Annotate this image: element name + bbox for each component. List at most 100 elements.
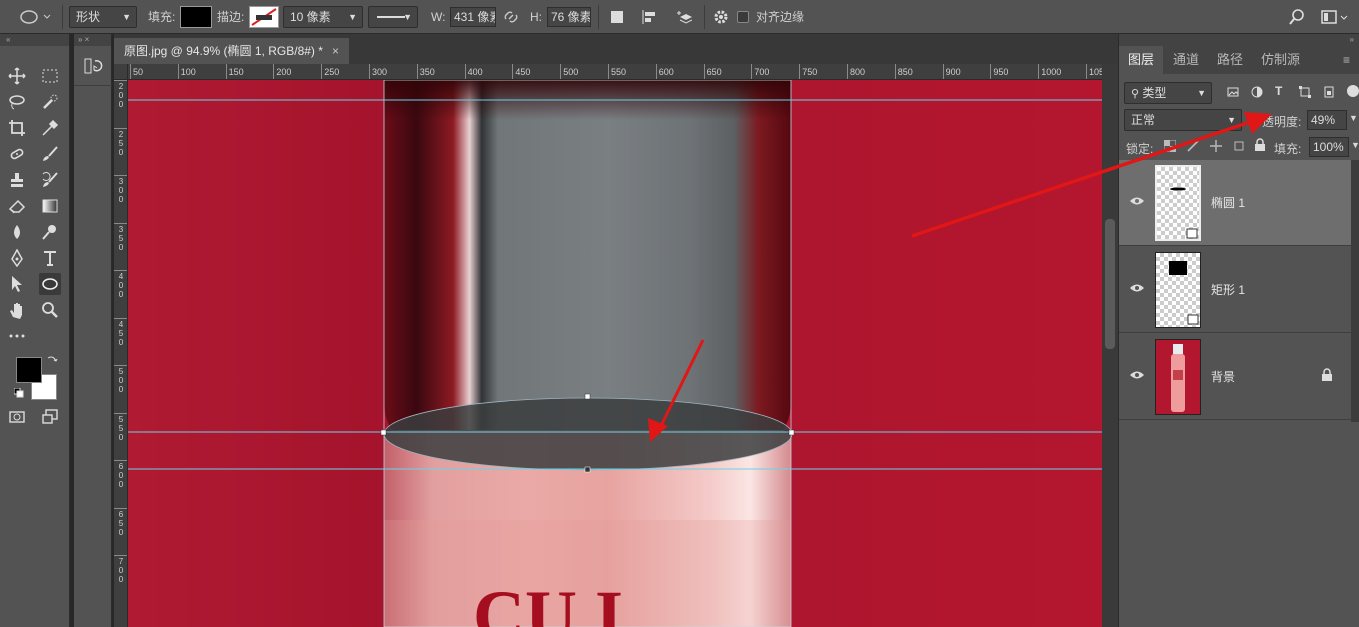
stroke-swatch[interactable] (249, 6, 279, 28)
layer-row-ellipse[interactable]: 椭圆 1 (1119, 160, 1351, 246)
history-brush-tool-icon[interactable] (39, 169, 61, 191)
photoshop-window: 形状▼ 填充: 描边: 10 像素▼ ▼ W: 431 像素 H: 76 像素 … (0, 0, 1359, 627)
align-edges-checkbox[interactable] (737, 11, 749, 23)
layer-row-background[interactable]: 背景 (1119, 334, 1351, 420)
width-field[interactable]: 431 像素 (450, 7, 496, 27)
eraser-tool-icon[interactable] (6, 195, 28, 217)
lasso-tool-icon[interactable] (6, 91, 28, 113)
move-tool-icon[interactable] (6, 65, 28, 87)
ruler-tick-label: 700 (114, 555, 128, 584)
workspace-switcher-icon[interactable] (1320, 6, 1350, 28)
blur-tool-icon[interactable] (6, 221, 28, 243)
close-tab-icon[interactable]: × (332, 38, 339, 64)
ellipse-preset-icon (12, 6, 52, 28)
clone-stamp-tool-icon[interactable] (6, 169, 28, 191)
filter-pixel-icon[interactable] (1227, 86, 1239, 98)
foreground-color-swatch[interactable] (16, 357, 42, 383)
eye-icon[interactable] (1129, 281, 1145, 295)
pen-tool-icon[interactable] (6, 247, 28, 269)
ellipse-tool-preset[interactable] (12, 6, 52, 28)
layer-filter-select[interactable]: ⚲ 类型▼ (1124, 82, 1212, 104)
ruler-tick-label: 150 (226, 64, 244, 80)
dodge-tool-icon[interactable] (39, 221, 61, 243)
filter-adjustment-icon[interactable] (1251, 86, 1263, 98)
height-field[interactable]: 76 像素 (547, 7, 591, 27)
lock-pixels-icon[interactable] (1187, 140, 1199, 152)
fill-opacity-field[interactable]: 100% (1309, 137, 1349, 157)
more-tools-icon[interactable] (6, 325, 28, 347)
search-icon[interactable] (1286, 6, 1308, 28)
lock-transparent-icon[interactable] (1164, 140, 1176, 152)
filter-smart-object-icon[interactable] (1323, 86, 1335, 98)
layer-name-rectangle: 矩形 1 (1211, 281, 1245, 298)
ruler-tick-label: 600 (656, 64, 674, 80)
brush-tool-icon[interactable] (39, 143, 61, 165)
document-canvas[interactable]: CU I (128, 80, 1102, 627)
opacity-dropdown-icon[interactable]: ▼ (1349, 113, 1358, 123)
options-bar: 形状▼ 填充: 描边: 10 像素▼ ▼ W: 431 像素 H: 76 像素 … (0, 0, 1359, 34)
screen-mode-icon[interactable] (39, 406, 61, 428)
marquee-tool-icon[interactable] (39, 65, 61, 87)
path-operations-icon[interactable] (606, 6, 628, 28)
eye-icon[interactable] (1129, 368, 1145, 382)
shape-mode-select[interactable]: 形状▼ (69, 6, 137, 28)
path-arrangement-icon[interactable] (672, 6, 694, 28)
fill-dropdown-icon[interactable]: ▼ (1351, 140, 1359, 150)
ruler-tick-label: 700 (751, 64, 769, 80)
history-panel-icon[interactable] (74, 46, 112, 86)
panel-dock-header[interactable]: » (1119, 34, 1359, 46)
document-tab[interactable]: 原图.jpg @ 94.9% (椭圆 1, RGB/8#) * × (114, 38, 349, 64)
quick-mask-icon[interactable] (6, 406, 28, 428)
ruler-tick-label: 250 (321, 64, 339, 80)
tab-paths[interactable]: 路径 (1217, 46, 1243, 74)
filter-type-icon[interactable]: T (1275, 84, 1282, 98)
opacity-field[interactable]: 49% (1307, 110, 1347, 130)
fill-label: 填充: (148, 6, 175, 28)
blend-mode-select[interactable]: 正常▼ (1124, 109, 1242, 131)
shape-mode-value: 形状 (76, 10, 100, 24)
stroke-type-select[interactable]: ▼ (368, 6, 418, 28)
filter-shape-icon[interactable] (1299, 86, 1311, 98)
gear-icon[interactable] (710, 6, 732, 28)
ellipse-tool-icon[interactable] (39, 273, 61, 295)
lock-all-icon[interactable] (1254, 138, 1266, 152)
fill-swatch[interactable] (180, 6, 212, 28)
lock-position-icon[interactable] (1210, 140, 1222, 152)
gradient-tool-icon[interactable] (39, 195, 61, 217)
quick-selection-tool-icon[interactable] (39, 91, 61, 113)
eye-icon[interactable] (1129, 194, 1145, 208)
swap-colors-icon[interactable] (46, 354, 58, 366)
ruler-tick-label: 800 (847, 64, 865, 80)
type-tool-icon[interactable] (39, 247, 61, 269)
dock-header[interactable]: » × (74, 34, 111, 46)
eyedropper-tool-icon[interactable] (39, 117, 61, 139)
vertical-ruler[interactable]: 200250300350400450500550600650700 (114, 80, 128, 627)
ruler-tick-label: 550 (114, 413, 128, 442)
opacity-label: 不透明度: (1250, 113, 1301, 130)
path-selection-tool-icon[interactable] (6, 273, 28, 295)
panel-menu-icon[interactable]: ≡ (1343, 46, 1350, 74)
scrollbar-thumb[interactable] (1105, 219, 1115, 349)
ruler-tick-label: 900 (943, 64, 961, 80)
ruler-tick-label: 50 (130, 64, 143, 80)
stroke-width-select[interactable]: 10 像素▼ (283, 6, 363, 28)
tab-clone-source[interactable]: 仿制源 (1261, 46, 1300, 74)
canvas-vertical-scrollbar[interactable] (1102, 64, 1118, 627)
horizontal-ruler[interactable]: 5010015020025030035040045050055060065070… (128, 64, 1102, 80)
ruler-origin[interactable] (114, 64, 128, 80)
hand-tool-icon[interactable] (6, 299, 28, 321)
filter-toggle-icon[interactable] (1347, 85, 1359, 97)
ruler-tick-label: 600 (114, 460, 128, 489)
zoom-tool-icon[interactable] (39, 299, 61, 321)
link-icon[interactable] (500, 6, 522, 28)
tools-panel-header[interactable]: « (0, 34, 69, 46)
lock-artboard-icon[interactable] (1233, 140, 1245, 152)
tab-channels[interactable]: 通道 (1173, 46, 1199, 74)
layers-scrollbar[interactable] (1351, 160, 1359, 422)
tab-layers[interactable]: 图层 (1119, 46, 1163, 74)
layer-row-rectangle[interactable]: 矩形 1 (1119, 247, 1351, 333)
crop-tool-icon[interactable] (6, 117, 28, 139)
default-colors-icon[interactable] (14, 387, 24, 397)
spot-healing-tool-icon[interactable] (6, 143, 28, 165)
path-alignment-icon[interactable] (638, 6, 660, 28)
